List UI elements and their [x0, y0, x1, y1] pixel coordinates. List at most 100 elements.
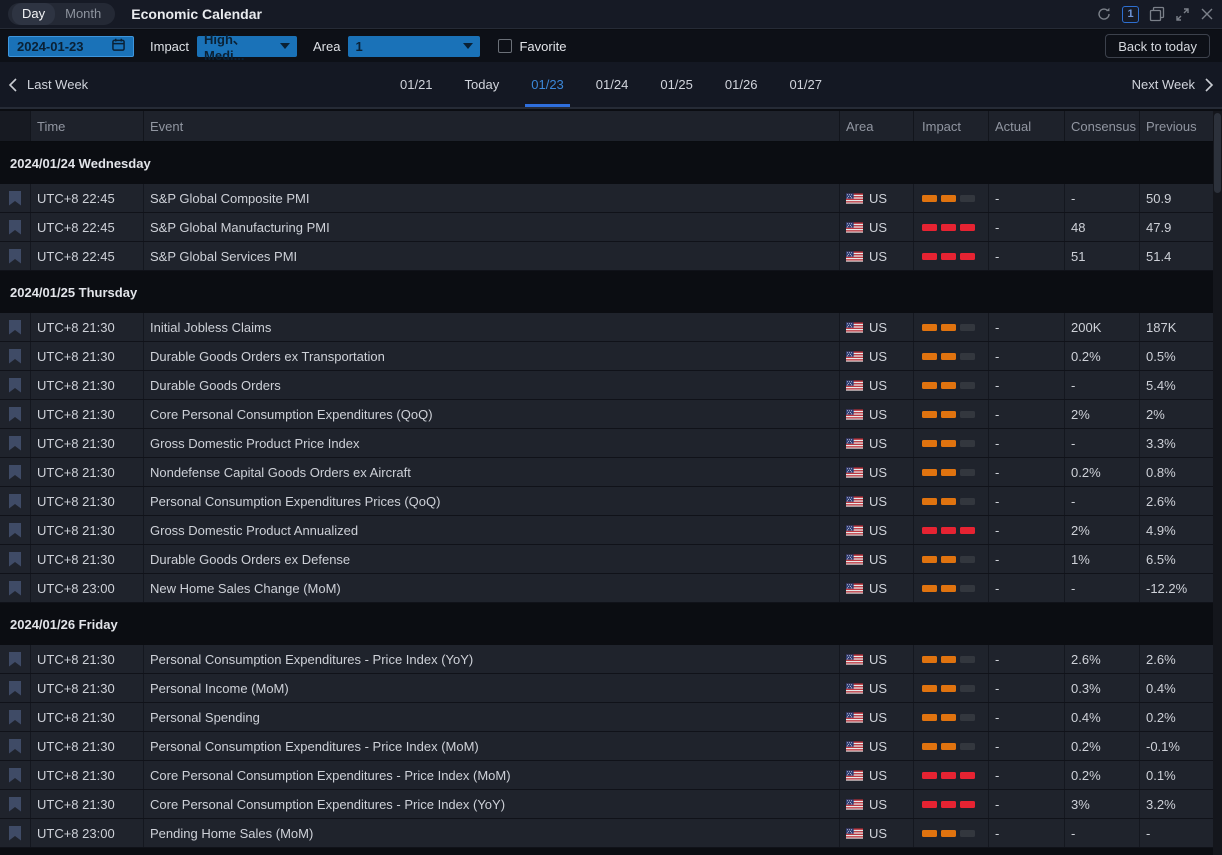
impact-segment: [941, 801, 956, 808]
bookmark-icon[interactable]: [9, 220, 21, 235]
event-area: US: [839, 761, 913, 789]
event-actual: -: [988, 213, 1064, 241]
bookmark-icon[interactable]: [9, 494, 21, 509]
event-time: UTC+8 23:00: [30, 819, 143, 847]
event-actual: -: [988, 761, 1064, 789]
next-week-button[interactable]: Next Week: [1132, 62, 1214, 107]
bookmark-icon[interactable]: [9, 320, 21, 335]
event-impact: [913, 819, 988, 847]
event-area: US: [839, 429, 913, 457]
bookmark-icon[interactable]: [9, 191, 21, 206]
event-actual: -: [988, 516, 1064, 544]
impact-segment: [941, 195, 956, 202]
bookmark-icon[interactable]: [9, 739, 21, 754]
event-impact: [913, 400, 988, 428]
bookmark-icon[interactable]: [9, 768, 21, 783]
date-group-header: 2024/01/25 Thursday: [0, 271, 1213, 313]
event-actual: -: [988, 645, 1064, 673]
week-days: 01/21 Today 01/23 01/24 01/25 01/26 01/27: [0, 62, 1222, 107]
event-area: US: [839, 645, 913, 673]
event-previous: 0.4%: [1139, 674, 1213, 702]
impact-segment: [941, 324, 956, 331]
event-row: UTC+8 21:30 Personal Consumption Expendi…: [0, 645, 1213, 674]
us-flag-icon: [846, 683, 863, 694]
back-to-today-button[interactable]: Back to today: [1105, 34, 1210, 58]
impact-segment: [941, 656, 956, 663]
event-previous: -0.1%: [1139, 732, 1213, 760]
event-previous: 187K: [1139, 313, 1213, 341]
area-select[interactable]: 1: [348, 36, 480, 57]
tab-count-icon[interactable]: 1: [1122, 6, 1139, 23]
event-row: UTC+8 21:30 Core Personal Consumption Ex…: [0, 400, 1213, 429]
week-day[interactable]: 01/25: [657, 62, 696, 107]
week-day[interactable]: 01/24: [593, 62, 632, 107]
week-day[interactable]: 01/23: [528, 62, 567, 107]
week-day[interactable]: 01/26: [722, 62, 761, 107]
event-row: UTC+8 21:30 Personal Consumption Expendi…: [0, 487, 1213, 516]
bookmark-icon[interactable]: [9, 436, 21, 451]
bookmark-icon[interactable]: [9, 552, 21, 567]
tab-day[interactable]: Day: [12, 3, 55, 25]
event-previous: 2.6%: [1139, 487, 1213, 515]
impact-select[interactable]: High、Medi...: [197, 36, 297, 57]
event-consensus: 48: [1064, 213, 1139, 241]
scrollbar-thumb[interactable]: [1214, 113, 1221, 193]
bookmark-icon[interactable]: [9, 581, 21, 596]
event-impact: [913, 371, 988, 399]
event-impact: [913, 790, 988, 818]
event-impact: [913, 184, 988, 212]
bookmark-icon[interactable]: [9, 407, 21, 422]
event-actual: -: [988, 703, 1064, 731]
impact-segment: [960, 830, 975, 837]
event-row: UTC+8 21:30 Nondefense Capital Goods Ord…: [0, 458, 1213, 487]
bookmark-icon[interactable]: [9, 826, 21, 841]
bookmark-icon[interactable]: [9, 249, 21, 264]
impact-select-value: High、Medi...: [204, 29, 272, 63]
impact-segment: [941, 498, 956, 505]
event-impact: [913, 703, 988, 731]
date-value: 2024-01-23: [17, 39, 84, 54]
date-input[interactable]: 2024-01-23: [8, 36, 134, 57]
event-time: UTC+8 21:30: [30, 487, 143, 515]
duplicate-icon[interactable]: [1149, 6, 1165, 22]
event-previous: 0.2%: [1139, 703, 1213, 731]
event-area: US: [839, 458, 913, 486]
header-event: Event: [143, 111, 839, 141]
us-flag-icon: [846, 712, 863, 723]
event-row: UTC+8 21:30 Durable Goods Orders ex Tran…: [0, 342, 1213, 371]
bookmark-icon[interactable]: [9, 681, 21, 696]
bookmark-icon[interactable]: [9, 523, 21, 538]
event-time: UTC+8 21:30: [30, 545, 143, 573]
event-name: Nondefense Capital Goods Orders ex Aircr…: [143, 458, 839, 486]
bookmark-icon[interactable]: [9, 378, 21, 393]
us-flag-icon: [846, 496, 863, 507]
week-day[interactable]: Today: [462, 62, 503, 107]
week-day[interactable]: 01/21: [397, 62, 436, 107]
event-area: US: [839, 790, 913, 818]
event-row: UTC+8 21:30 Personal Income (MoM) US - 0…: [0, 674, 1213, 703]
event-consensus: 0.2%: [1064, 342, 1139, 370]
event-actual: -: [988, 458, 1064, 486]
event-row: UTC+8 21:30 Gross Domestic Product Price…: [0, 429, 1213, 458]
chevron-right-icon: [1205, 78, 1214, 92]
favorite-label: Favorite: [519, 39, 566, 54]
bookmark-icon[interactable]: [9, 465, 21, 480]
event-impact: [913, 545, 988, 573]
bookmark-icon[interactable]: [9, 349, 21, 364]
bookmark-icon[interactable]: [9, 710, 21, 725]
favorite-checkbox[interactable]: [498, 39, 512, 53]
impact-segment: [960, 324, 975, 331]
bookmark-icon[interactable]: [9, 652, 21, 667]
event-previous: 0.5%: [1139, 342, 1213, 370]
event-name: Pending Home Sales (MoM): [143, 819, 839, 847]
close-icon[interactable]: [1200, 7, 1214, 21]
expand-icon[interactable]: [1175, 7, 1190, 22]
event-name: S&P Global Composite PMI: [143, 184, 839, 212]
event-previous: 2%: [1139, 400, 1213, 428]
tab-month[interactable]: Month: [55, 3, 111, 25]
bookmark-icon[interactable]: [9, 797, 21, 812]
refresh-icon[interactable]: [1096, 6, 1112, 22]
event-area: US: [839, 313, 913, 341]
week-day[interactable]: 01/27: [786, 62, 825, 107]
impact-segment: [941, 469, 956, 476]
